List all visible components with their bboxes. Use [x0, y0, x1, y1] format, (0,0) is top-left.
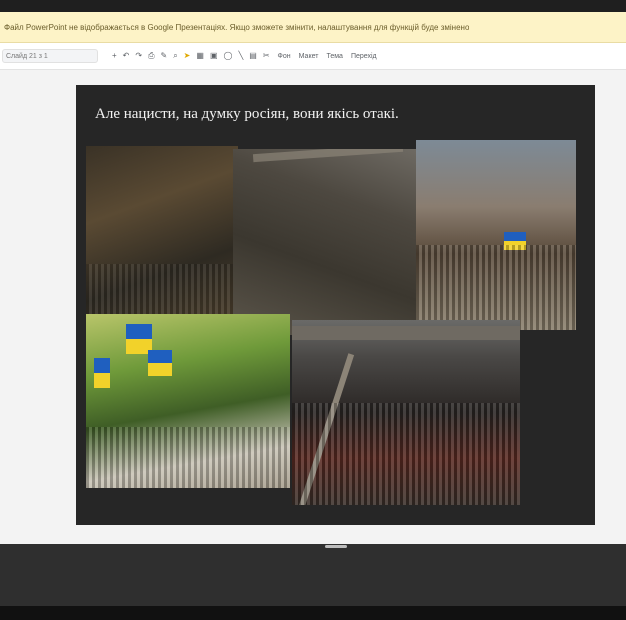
- ukraine-flag: [148, 350, 172, 376]
- print-icon[interactable]: ⎙: [148, 51, 154, 61]
- slide-title[interactable]: Але нацисти, на думку росіян, вони якісь…: [95, 106, 399, 123]
- photo-bridge-rescue[interactable]: [233, 149, 416, 335]
- window-bottom-edge: [0, 606, 626, 620]
- ukraine-flag: [94, 358, 110, 388]
- layout-button[interactable]: Макет: [299, 53, 319, 60]
- slide-indicator[interactable]: Слайд 21 з 1: [2, 49, 98, 63]
- photo-people-under-bridge[interactable]: [292, 320, 520, 505]
- photo-crowd-with-flags[interactable]: [416, 140, 576, 330]
- frame-icon[interactable]: ▦: [196, 51, 204, 61]
- photo-detail: [252, 149, 404, 163]
- image-icon[interactable]: ▣: [210, 51, 218, 61]
- paint-format-icon[interactable]: ✎: [160, 51, 167, 61]
- slide-indicator-label: Слайд 21 з 1: [6, 52, 48, 60]
- plus-icon[interactable]: +: [112, 51, 117, 61]
- photo-detail: [292, 403, 520, 505]
- toolbar-tools: + ↶ ↷ ⎙ ✎ ⌕ ➤ ▦ ▣ ◯ ╲ ▤ ✂: [112, 51, 270, 61]
- editor-toolbar: Слайд 21 з 1 + ↶ ↷ ⎙ ✎ ⌕ ➤ ▦ ▣ ◯ ╲ ▤ ✂ Ф…: [0, 43, 626, 70]
- redo-icon[interactable]: ↷: [135, 51, 142, 61]
- transition-button[interactable]: Перехід: [351, 53, 377, 60]
- shape-icon[interactable]: ◯: [224, 51, 233, 61]
- photo-detail: [416, 244, 576, 330]
- cursor-icon[interactable]: ➤: [184, 51, 191, 61]
- photo-detail: [292, 326, 520, 340]
- undo-icon[interactable]: ↶: [123, 51, 130, 61]
- compatibility-banner: Файл PowerPoint не відображається в Goog…: [0, 12, 626, 43]
- line-icon[interactable]: ╲: [238, 51, 243, 61]
- browser-top-bar: [0, 0, 626, 12]
- photo-soldiers-with-child[interactable]: [86, 146, 238, 314]
- photo-detail: [86, 427, 290, 488]
- theme-button[interactable]: Тема: [326, 53, 342, 60]
- speaker-notes-area[interactable]: [0, 544, 626, 606]
- zoom-icon[interactable]: ⌕: [173, 51, 177, 61]
- resize-handle[interactable]: [325, 545, 347, 548]
- photo-detail: [86, 263, 238, 314]
- layout-icon[interactable]: ✂: [263, 51, 270, 61]
- photo-rally-with-flags[interactable]: [86, 314, 290, 488]
- comment-icon[interactable]: ▤: [249, 51, 257, 61]
- background-button[interactable]: Фон: [278, 53, 291, 60]
- banner-text: Файл PowerPoint не відображається в Goog…: [4, 22, 470, 32]
